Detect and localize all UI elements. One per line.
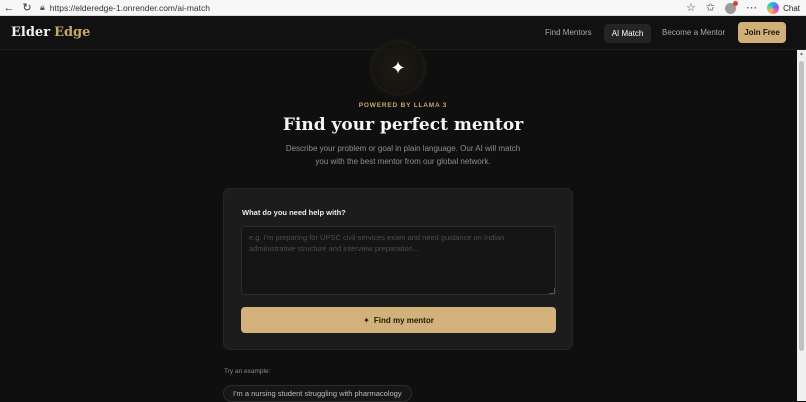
nav-find-mentors[interactable]: Find Mentors — [545, 28, 592, 37]
nav-ai-match[interactable]: AI Match — [604, 24, 651, 43]
site-info-icon[interactable]: 🔒︎ — [40, 2, 45, 13]
sparkle-icon: ✦ — [390, 58, 406, 78]
favorites-icon[interactable]: ✩ — [706, 0, 715, 16]
page-subtitle: Describe your problem or goal in plain l… — [285, 144, 521, 166]
find-mentor-button[interactable]: ✦ Find my mentor — [241, 307, 556, 333]
scrollbar-thumb[interactable] — [799, 61, 804, 351]
problem-description-input[interactable] — [241, 226, 556, 295]
page-title: Find your perfect mentor — [282, 115, 524, 135]
join-free-button[interactable]: Join Free — [738, 22, 786, 43]
profile-avatar-icon[interactable] — [725, 0, 739, 14]
browser-actions: ☆ ✩ ⋯ Chat — [686, 0, 800, 16]
example-chip[interactable]: I'm a nursing student struggling with ph… — [223, 385, 412, 402]
page-scrollbar[interactable]: ▲ — [797, 50, 806, 401]
chat-button[interactable]: Chat — [783, 4, 800, 13]
nav-become-mentor[interactable]: Become a Mentor — [662, 28, 725, 37]
match-form-card: What do you need help with? ✦ Find my me… — [223, 188, 573, 350]
copilot-icon[interactable] — [767, 2, 780, 14]
back-icon[interactable]: ← — [0, 0, 18, 16]
logo[interactable]: Elder Edge — [11, 25, 90, 40]
textarea-resize-handle[interactable] — [549, 288, 555, 294]
favorite-star-icon[interactable]: ☆ — [686, 0, 696, 16]
more-menu-icon[interactable]: ⋯ — [746, 0, 757, 16]
nav-ai-match-label: AI Match — [611, 29, 644, 38]
try-example-label: Try an example: — [224, 368, 271, 375]
hero-badge: ✦ — [373, 43, 423, 93]
logo-text-edge: Edge — [54, 25, 91, 40]
logo-text-elder: Elder — [11, 25, 51, 40]
sparkle-small-icon: ✦ — [363, 315, 370, 325]
browser-toolbar: ← ↻ 🔒︎ https://elderedge-1.onrender.com/… — [0, 0, 806, 16]
scroll-up-icon[interactable]: ▲ — [797, 51, 806, 57]
address-bar[interactable]: https://elderedge-1.onrender.com/ai-matc… — [50, 3, 210, 13]
reload-icon[interactable]: ↻ — [18, 0, 36, 16]
help-question-label: What do you need help with? — [242, 208, 346, 217]
powered-by-label: POWERED BY LLAMA 3 — [358, 102, 448, 109]
find-mentor-button-label: Find my mentor — [373, 315, 434, 325]
